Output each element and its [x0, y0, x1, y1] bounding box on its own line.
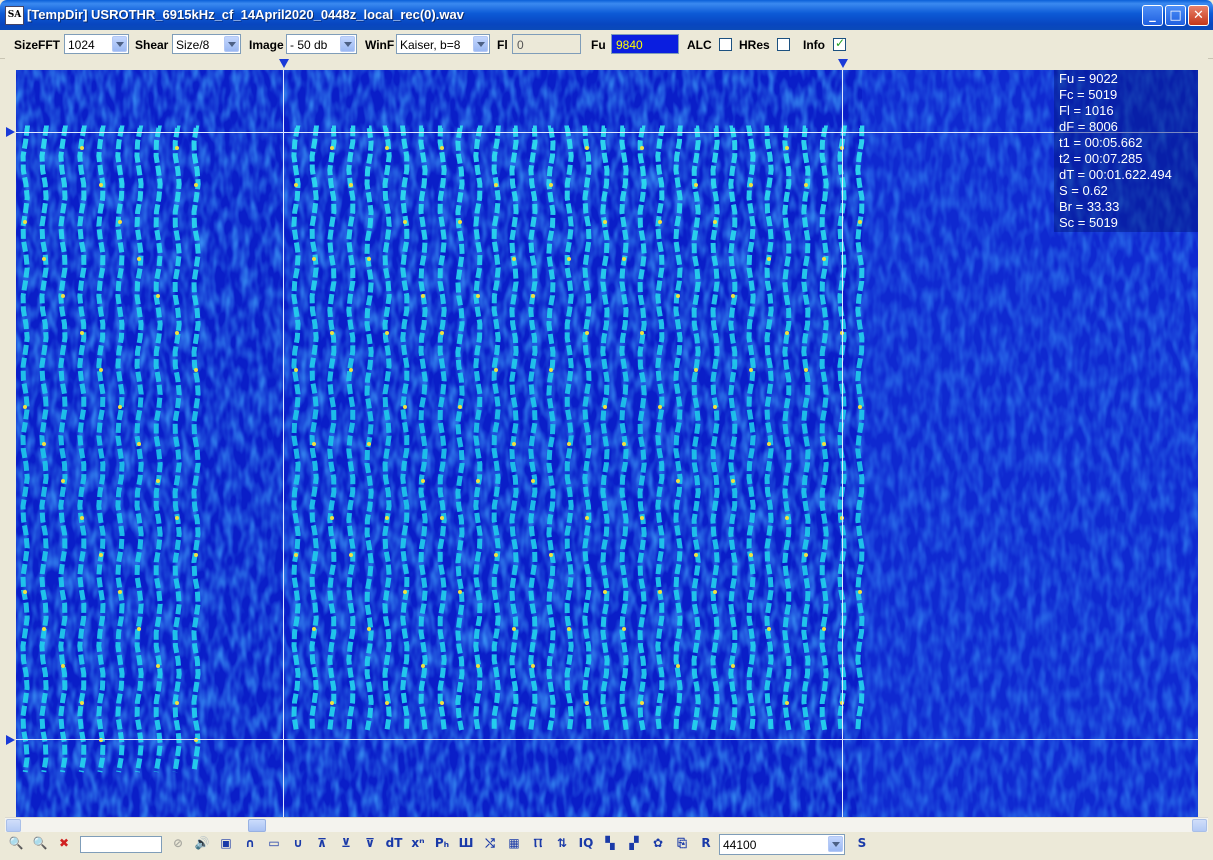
- pattern1-icon[interactable]: ▚: [600, 836, 620, 856]
- sizefft-value: 1024: [68, 38, 95, 52]
- info-s: S = 0.62: [1059, 183, 1108, 198]
- alc-label: ALC: [687, 38, 712, 52]
- fl-value: 0: [517, 38, 524, 52]
- pulse-icon[interactable]: Ⲡ: [528, 836, 548, 856]
- x-power-icon[interactable]: xⁿ: [408, 836, 428, 856]
- r-icon[interactable]: R: [696, 836, 716, 856]
- info-fu: Fu = 9022: [1059, 71, 1118, 86]
- image-value: - 50 db: [290, 38, 328, 52]
- chevron-down-icon[interactable]: [112, 36, 127, 52]
- info-fc: Fc = 5019: [1059, 87, 1118, 102]
- winf-select[interactable]: Kaiser, b=8: [396, 34, 490, 54]
- stop-icon[interactable]: ▣: [216, 836, 236, 856]
- freq-marker-upper-line[interactable]: [16, 132, 1198, 133]
- horizontal-scrollbar[interactable]: [5, 817, 1208, 833]
- image-select[interactable]: - 50 db: [286, 34, 357, 54]
- bottom-text-input[interactable]: [80, 836, 162, 853]
- maximize-button[interactable]: □: [1165, 5, 1186, 26]
- scroll-right-arrow[interactable]: [1192, 819, 1207, 832]
- ph-icon[interactable]: Pₕ: [432, 836, 452, 856]
- zoom-out-icon[interactable]: 🔍: [30, 836, 50, 856]
- rect-window-icon[interactable]: ▭: [264, 836, 284, 856]
- fl-label: Fl: [497, 38, 508, 52]
- grid-icon[interactable]: ▦: [504, 836, 524, 856]
- marker-up-icon[interactable]: ⊼: [312, 836, 332, 856]
- lowpass-icon[interactable]: ∩: [240, 836, 260, 856]
- winf-value: Kaiser, b=8: [400, 38, 461, 52]
- chevron-down-icon[interactable]: [340, 36, 355, 52]
- fl-field[interactable]: 0: [512, 34, 581, 54]
- alc-checkbox[interactable]: [719, 38, 732, 51]
- shear-label: Shear: [135, 38, 169, 52]
- gear-icon[interactable]: ✿: [648, 836, 668, 856]
- sizefft-select[interactable]: 1024: [64, 34, 129, 54]
- close-button[interactable]: ✕: [1188, 5, 1209, 26]
- shear-select[interactable]: Size/8: [172, 34, 241, 54]
- info-checkbox[interactable]: [833, 36, 846, 51]
- hres-label: HRes: [739, 38, 770, 52]
- freq-marker-lower-line[interactable]: [16, 739, 1198, 740]
- time-marker-t1-line[interactable]: [283, 70, 284, 817]
- image-label: Image: [249, 38, 284, 52]
- scroll-thumb[interactable]: [248, 819, 266, 832]
- time-marker-t2-handle[interactable]: [838, 59, 848, 68]
- bars-icon[interactable]: ⇅: [552, 836, 572, 856]
- info-br: Br = 33.33: [1059, 199, 1120, 214]
- info-sc: Sc = 5019: [1059, 215, 1118, 230]
- sizefft-label: SizeFFT: [14, 38, 61, 52]
- winf-label: WinF: [365, 38, 395, 52]
- sample-rate-value: 44100: [723, 838, 757, 852]
- iq-icon[interactable]: IQ: [576, 836, 596, 856]
- zoom-in-icon[interactable]: 🔍: [6, 836, 26, 856]
- highpass-icon[interactable]: ∪: [288, 836, 308, 856]
- freq-marker-upper-handle[interactable]: [6, 127, 15, 137]
- clear-icon[interactable]: ✖: [54, 836, 74, 856]
- info-fl: Fl = 1016: [1059, 103, 1114, 118]
- copy-icon[interactable]: ⎘: [672, 836, 692, 856]
- time-marker-t2-line[interactable]: [842, 70, 843, 817]
- shear-value: Size/8: [176, 38, 210, 52]
- dt-icon[interactable]: dT: [384, 836, 404, 856]
- comb-icon[interactable]: Ш: [456, 836, 476, 856]
- marker-both-icon[interactable]: ⊽: [360, 836, 380, 856]
- fu-field[interactable]: 9840: [611, 34, 679, 54]
- info-dt: dT = 00:01.622.494: [1059, 167, 1172, 182]
- bottom-toolbar: 🔍 🔍 ✖ ⊘ 🔊 ▣ ∩ ▭ ∪ ⊼ ⊻ ⊽ dT xⁿ Pₕ Ш ⤭ ▦ Ⲡ ⇅ IQ ▚ ▞ ✿ ⎘ R S 44100: [0, 832, 1213, 860]
- disabled-icon[interactable]: ⊘: [168, 836, 188, 856]
- time-marker-t1-handle[interactable]: [279, 59, 289, 68]
- toolbar: SizeFFT 1024 Shear Size/8 Image - 50 db …: [0, 30, 1213, 59]
- app-icon[interactable]: SA: [5, 6, 24, 25]
- title-bar: SA [TempDir] USROTHR_6915kHz_cf_14April2…: [0, 0, 1213, 30]
- info-t1: t1 = 00:05.662: [1059, 135, 1143, 150]
- fu-value: 9840: [616, 38, 643, 52]
- info-t2: t2 = 00:07.285: [1059, 151, 1143, 166]
- fu-label: Fu: [591, 38, 606, 52]
- info-df: dF = 8006: [1059, 119, 1118, 134]
- spectrogram-image: [16, 70, 1198, 817]
- marker-down-icon[interactable]: ⊻: [336, 836, 356, 856]
- speaker-icon[interactable]: 🔊: [192, 836, 212, 856]
- info-panel: Fu = 9022 Fc = 5019 Fl = 1016 dF = 8006 …: [1054, 70, 1198, 232]
- sample-rate-select[interactable]: 44100: [719, 834, 845, 855]
- info-label: Info: [803, 38, 825, 52]
- pattern2-icon[interactable]: ▞: [624, 836, 644, 856]
- minimize-button[interactable]: _: [1142, 5, 1163, 26]
- chevron-down-icon[interactable]: [473, 36, 488, 52]
- cross-icon[interactable]: ⤭: [480, 836, 500, 856]
- freq-marker-lower-handle[interactable]: [6, 735, 15, 745]
- scroll-left-arrow[interactable]: [6, 819, 21, 832]
- chevron-down-icon[interactable]: [828, 836, 843, 852]
- hres-checkbox[interactable]: [777, 38, 790, 51]
- window-title: [TempDir] USROTHR_6915kHz_cf_14April2020…: [27, 7, 464, 22]
- chevron-down-icon[interactable]: [224, 36, 239, 52]
- s-icon[interactable]: S: [852, 836, 872, 856]
- spectrogram[interactable]: [16, 70, 1198, 817]
